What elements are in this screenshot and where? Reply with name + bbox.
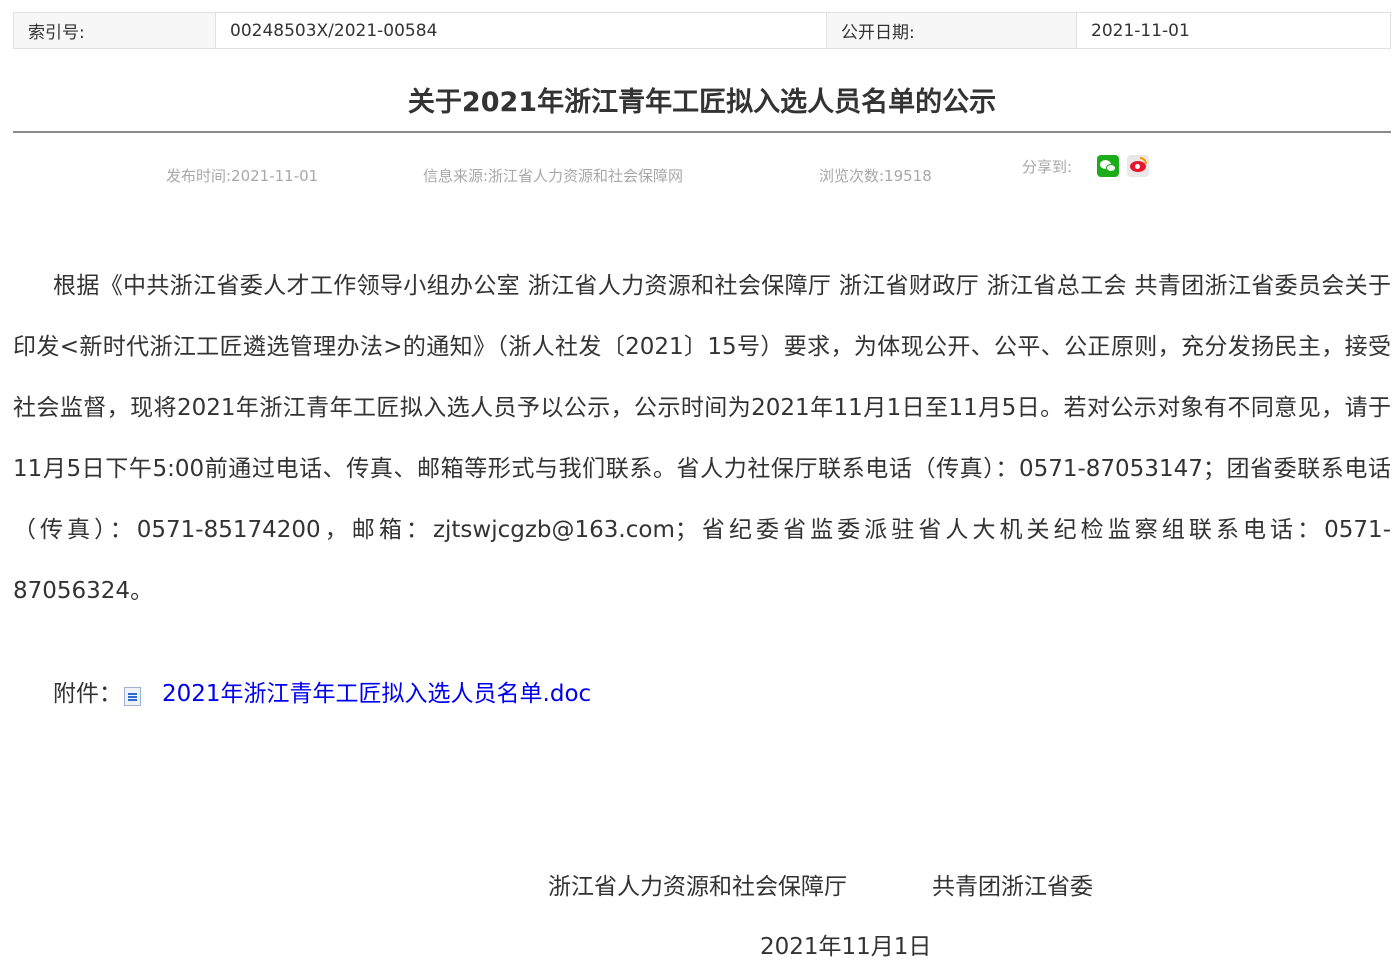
weibo-arc-shape: [1140, 157, 1147, 164]
meta-table: 索引号: 00248503X/2021-00584 公开日期: 2021-11-…: [13, 12, 1391, 49]
publish-time: 发布时间:2021-11-01: [166, 167, 319, 185]
share-label: 分享到:: [1022, 158, 1073, 176]
attachment-link[interactable]: 2021年浙江青年工匠拟入选人员名单.doc: [162, 676, 591, 712]
signer-hrss: 浙江省人力资源和社会保障厅: [548, 874, 847, 900]
weibo-icon[interactable]: [1127, 155, 1149, 177]
index-value: 00248503X/2021-00584: [215, 13, 826, 48]
attachment-row: 附件： 2021年浙江青年工匠拟入选人员名单.doc: [53, 676, 591, 712]
index-label: 索引号:: [14, 13, 215, 48]
attachment-label: 附件：: [53, 681, 122, 707]
article-body: 根据《中共浙江省委人才工作领导小组办公室 浙江省人力资源和社会保障厅 浙江省财政…: [13, 273, 1391, 604]
info-source: 信息来源:浙江省人力资源和社会保障网: [423, 167, 684, 185]
date-value: 2021-11-01: [1076, 13, 1390, 48]
signer-youth-league: 共青团浙江省委: [932, 874, 1093, 900]
wechat-icon[interactable]: [1097, 155, 1119, 177]
page-title: 关于2021年浙江青年工匠拟入选人员名单的公示: [407, 87, 997, 118]
sign-date: 2021年11月1日: [760, 934, 932, 960]
doc-file-icon: [124, 687, 141, 706]
title-divider: [13, 131, 1391, 133]
date-label: 公开日期:: [826, 13, 1076, 48]
view-count: 浏览次数:19518: [819, 167, 932, 185]
wechat-bubble-small: [1106, 164, 1116, 172]
